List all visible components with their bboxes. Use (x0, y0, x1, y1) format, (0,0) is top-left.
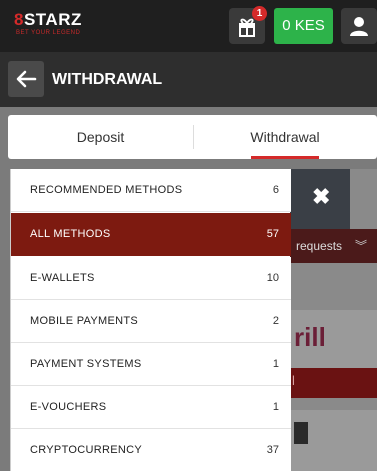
method-category-all[interactable]: ALL METHODS 57 (11, 213, 291, 256)
method-category-cryptocurrency[interactable]: CRYPTOCURRENCY 37 (11, 429, 291, 471)
brand-footer-text: l (292, 373, 295, 388)
method-category-label: E-WALLETS (30, 272, 95, 284)
method-category-label: MOBILE PAYMENTS (30, 315, 139, 327)
method-category-payment-systems[interactable]: PAYMENT SYSTEMS 1 (11, 343, 291, 386)
balance-button[interactable]: 0 KES (274, 8, 333, 44)
method-category-count: 2 (272, 315, 279, 327)
page-title: WITHDRAWAL (52, 71, 163, 88)
top-bar: 8STARZ BET YOUR LEGEND 1 0 KES (0, 0, 377, 52)
title-bar: WITHDRAWAL (0, 52, 377, 107)
deposit-withdrawal-tabs: Deposit Withdrawal (8, 115, 377, 159)
brand-logo-icon (294, 422, 308, 444)
method-category-count: 1 (272, 358, 279, 370)
method-category-list: RECOMMENDED METHODS 6 ALL METHODS 57 E-W… (10, 169, 291, 471)
payment-method-card-footer[interactable]: l (290, 368, 377, 398)
close-icon: ✖ (312, 184, 331, 209)
method-category-count: 1 (272, 401, 279, 413)
method-category-label: PAYMENT SYSTEMS (30, 358, 142, 370)
method-category-label: CRYPTOCURRENCY (30, 444, 142, 456)
arrow-left-icon (16, 70, 37, 88)
method-category-count: 10 (266, 272, 279, 284)
back-button[interactable] (8, 61, 44, 97)
brand-logo-text: rill (294, 322, 326, 352)
method-category-label: E-VOUCHERS (30, 401, 107, 413)
notification-badge: 1 (252, 6, 267, 21)
gift-button[interactable]: 1 (229, 6, 267, 44)
logo-tagline: BET YOUR LEGEND (16, 30, 81, 36)
chevron-down-icon: ︾ (354, 239, 367, 253)
method-category-mobile-payments[interactable]: MOBILE PAYMENTS 2 (11, 300, 291, 343)
logo[interactable]: 8STARZ BET YOUR LEGEND (14, 10, 106, 40)
method-category-label: RECOMMENDED METHODS (30, 184, 183, 196)
requests-toggle[interactable]: requests ︾ (290, 229, 377, 263)
user-button[interactable] (341, 8, 377, 44)
tab-withdrawal[interactable]: Withdrawal (193, 115, 377, 159)
logo-text: 8STARZ (14, 10, 82, 29)
method-category-count: 57 (266, 228, 279, 240)
active-tab-indicator (251, 156, 319, 159)
payment-method-card[interactable] (290, 410, 377, 471)
tab-deposit[interactable]: Deposit (8, 115, 193, 159)
requests-label: requests (296, 239, 343, 253)
close-button[interactable]: ✖ (290, 169, 350, 229)
method-category-e-wallets[interactable]: E-WALLETS 10 (11, 257, 291, 300)
user-icon (350, 17, 368, 36)
payment-method-card[interactable]: rill (290, 310, 377, 368)
method-category-recommended[interactable]: RECOMMENDED METHODS 6 (11, 169, 291, 212)
method-category-count: 37 (266, 444, 279, 456)
method-category-label: ALL METHODS (30, 228, 111, 240)
method-category-count: 6 (272, 184, 279, 196)
method-category-e-vouchers[interactable]: E-VOUCHERS 1 (11, 386, 291, 429)
